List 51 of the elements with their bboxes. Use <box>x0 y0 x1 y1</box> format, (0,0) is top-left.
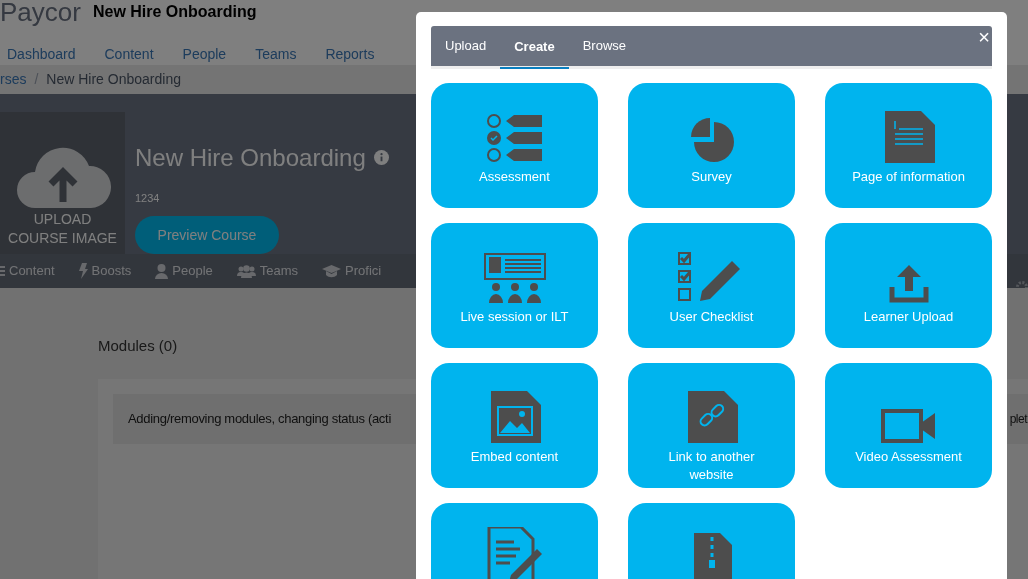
document-icon <box>882 111 935 163</box>
course-tab[interactable]: Boosts <box>78 261 132 281</box>
breadcrumb-current: New Hire Onboarding <box>46 69 181 89</box>
content-type-tile[interactable]: Learner Upload <box>825 223 992 348</box>
nav-link[interactable]: Teams <box>255 44 297 65</box>
course-tab[interactable]: Content <box>0 261 55 281</box>
graduation-cap-icon <box>322 264 342 278</box>
nav-link[interactable]: People <box>182 44 227 65</box>
course-code: 1234 <box>135 190 161 206</box>
content-type-tile[interactable]: Survey <box>628 83 795 208</box>
content-type-tile[interactable]: Live session or ILT <box>431 223 598 348</box>
course-tab[interactable]: People <box>155 261 213 281</box>
preview-course-button[interactable]: Preview Course <box>135 216 279 255</box>
course-title: New Hire Onboarding <box>135 142 366 173</box>
video-camera-icon <box>880 409 937 443</box>
breadcrumb-separator: / <box>34 69 39 89</box>
pie-chart-icon <box>688 117 735 163</box>
nav-link[interactable]: Content <box>104 44 154 65</box>
content-type-tile[interactable]: Video Assessment <box>825 363 992 488</box>
content-type-tile[interactable]: Page of information <box>825 83 992 208</box>
nav-link[interactable]: Dashboard <box>7 44 76 65</box>
lightning-icon <box>78 263 88 280</box>
notice-text: plet <box>1009 411 1027 428</box>
dialog-tab[interactable]: Browse <box>568 26 641 66</box>
app-title: New Hire Onboarding <box>92 3 257 20</box>
course-image-upload[interactable]: UPLOAD COURSE IMAGE <box>0 112 125 255</box>
presentation-icon <box>483 253 546 303</box>
image-file-icon <box>488 391 541 443</box>
dialog-tab[interactable]: Upload <box>431 26 501 66</box>
checklist-icon <box>485 113 544 163</box>
info-icon[interactable] <box>373 150 389 166</box>
person-icon <box>155 263 169 279</box>
content-type-tile[interactable]: Link to another website <box>628 363 795 488</box>
course-tab[interactable]: Teams <box>236 261 299 281</box>
dialog-tab[interactable]: Create <box>500 26 569 69</box>
logo: Paycor <box>0 0 81 25</box>
upload-image-label: UPLOAD COURSE IMAGE <box>7 210 118 249</box>
group-icon <box>236 264 256 278</box>
breadcrumb-link[interactable]: rses <box>0 68 27 90</box>
document-pen-icon <box>486 527 543 579</box>
link-file-icon <box>685 391 738 443</box>
content-type-tile[interactable]: User Checklist <box>628 223 795 348</box>
notice-text: Adding/removing modules, changing status (acti <box>128 410 391 429</box>
nav-link[interactable]: Reports <box>325 44 375 65</box>
upload-icon <box>888 263 929 303</box>
modules-heading: Modules (0) <box>98 337 178 354</box>
content-type-tile[interactable]: Assessment <box>431 83 598 208</box>
close-button[interactable]: × <box>978 26 990 48</box>
content-type-tile[interactable]: Embed content <box>431 363 598 488</box>
zip-file-icon <box>691 533 732 579</box>
course-tab[interactable]: Profici <box>322 261 382 281</box>
